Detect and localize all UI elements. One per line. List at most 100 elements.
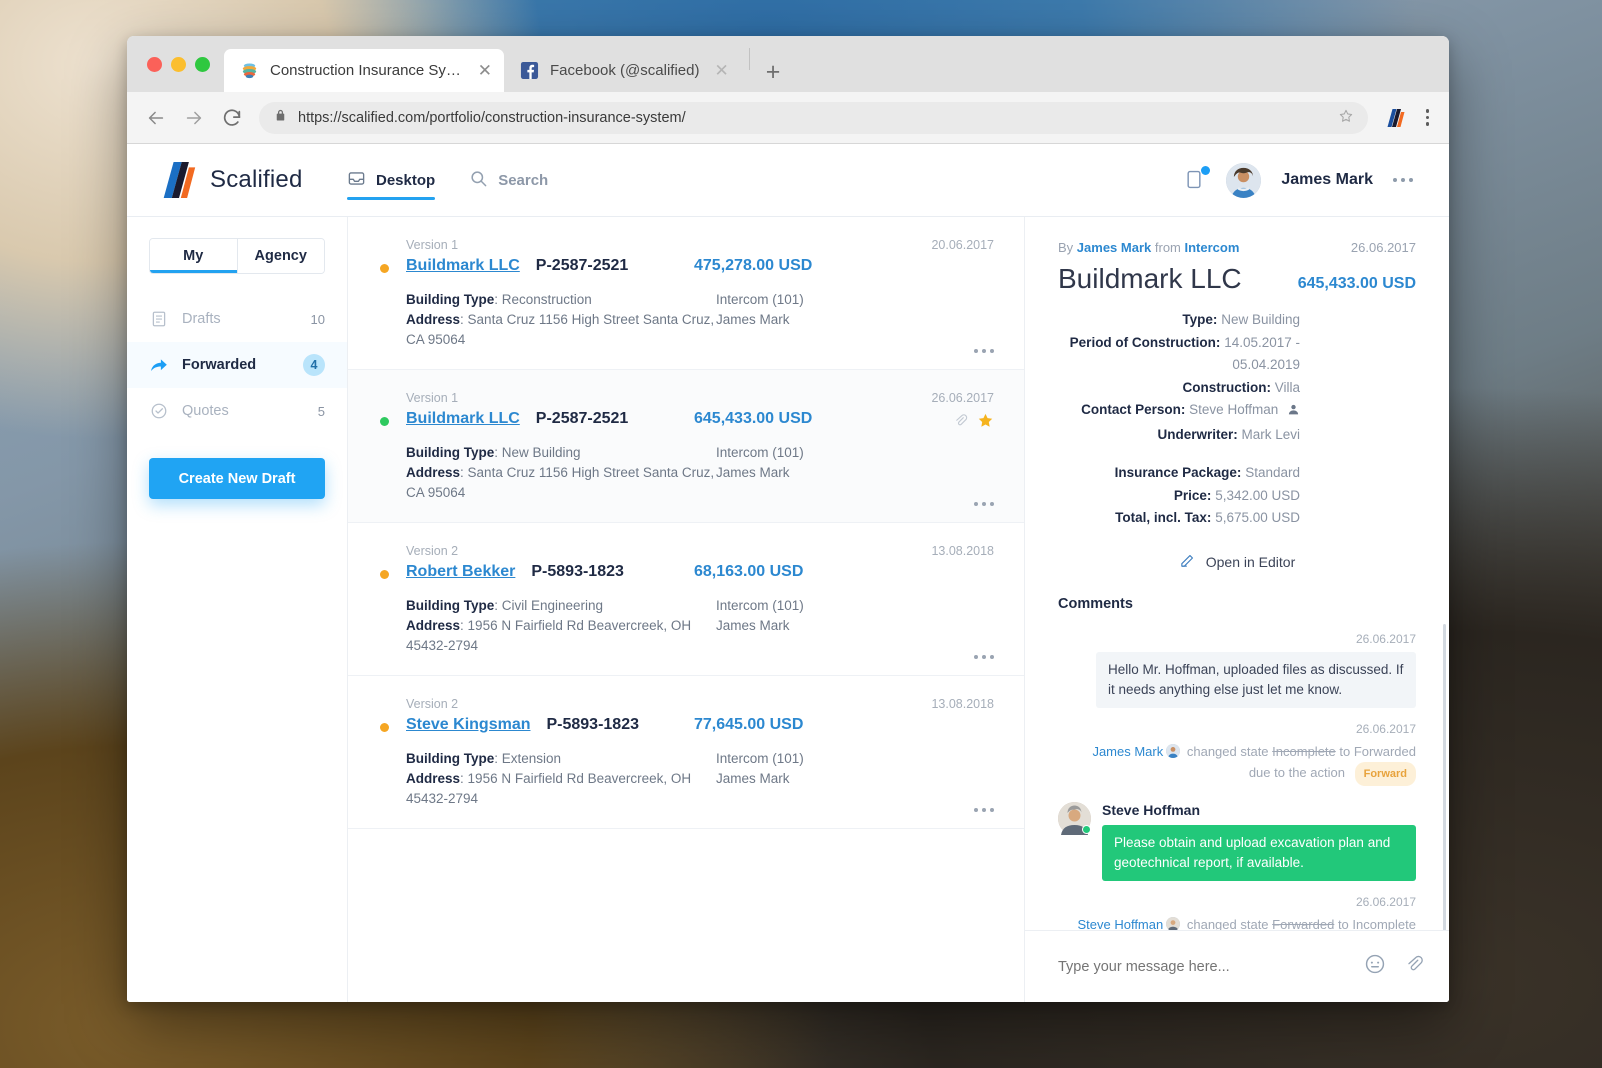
- forward-arrow-icon[interactable]: [183, 107, 205, 129]
- star-outline-icon[interactable]: [1338, 108, 1354, 128]
- url-bar[interactable]: https://scalified.com/portfolio/construc…: [259, 101, 1368, 134]
- detail-by-author[interactable]: James Mark: [1077, 240, 1151, 255]
- sidebar-item-quotes-count: 5: [317, 403, 325, 419]
- user-avatar[interactable]: [1226, 162, 1262, 198]
- reload-icon[interactable]: [221, 107, 243, 129]
- list-item-date: 20.06.2017: [931, 238, 994, 252]
- system-from-state: Forwarded: [1272, 916, 1335, 931]
- list-item[interactable]: Version 2 13.08.2018 Steve Kingsman P-58…: [348, 676, 1024, 829]
- segment-agency-label: Agency: [254, 248, 307, 264]
- app-header: Scalified Desktop Search James Mark: [127, 144, 1449, 217]
- list-item-client-link[interactable]: Buildmark LLC: [406, 257, 520, 275]
- close-window-button[interactable]: [147, 56, 162, 72]
- list-item-building-type: Building Type: Reconstruction: [406, 292, 592, 307]
- browser-tab-2-close-icon[interactable]: ✕: [710, 62, 728, 79]
- comments-list: 26.06.2017 Hello Mr. Hoffman, uploaded f…: [1025, 612, 1449, 931]
- list-item-channel: Intercom (101): [716, 598, 804, 613]
- building-type-value: New Building: [501, 445, 581, 460]
- browser-tab-2[interactable]: Facebook (@scalified) ✕: [504, 49, 741, 92]
- list-item-menu-icon[interactable]: [974, 655, 994, 659]
- sidebar-item-quotes[interactable]: Quotes 5: [127, 388, 347, 434]
- system-actor[interactable]: James Mark: [1092, 744, 1163, 759]
- list-item-address: Address: Santa Cruz 1156 High Street San…: [406, 312, 715, 347]
- sidebar-item-forwarded-label: Forwarded: [182, 357, 257, 373]
- list-item-channel: Intercom (101): [716, 292, 804, 307]
- status-dot: [380, 417, 389, 426]
- notification-icon[interactable]: [1184, 166, 1211, 192]
- message-input[interactable]: [1058, 958, 1346, 975]
- notification-badge-dot: [1201, 166, 1211, 175]
- scalified-extension-icon[interactable]: [1384, 106, 1408, 130]
- detail-field-type-value: New Building: [1221, 312, 1300, 327]
- status-dot: [380, 723, 389, 732]
- list-item-policy-number: P-5893-1823: [546, 716, 639, 733]
- detail-field-period-value: 14.05.2017 - 05.04.2019: [1224, 334, 1300, 373]
- tab-divider: [748, 48, 750, 70]
- list-item-date: 26.06.2017: [931, 391, 994, 405]
- paperclip-icon[interactable]: [953, 413, 968, 433]
- building-type-label: Building Type: [406, 445, 495, 460]
- open-in-editor-button[interactable]: Open in Editor: [1058, 552, 1416, 572]
- nav-tab-search[interactable]: Search: [469, 144, 548, 216]
- list-item[interactable]: Version 2 13.08.2018 Robert Bekker P-589…: [348, 523, 1024, 676]
- detail-field-package: Insurance Package: Standard: [1058, 462, 1416, 485]
- create-new-draft-button[interactable]: Create New Draft: [149, 458, 325, 499]
- edit-pencil-icon: [1179, 552, 1196, 572]
- list-item-client-link[interactable]: Steve Kingsman: [406, 716, 530, 734]
- detail-fields: Type: New Building Period of Constructio…: [1058, 309, 1416, 530]
- detail-field-underwriter-label: Underwriter:: [1157, 426, 1238, 442]
- brand-logo[interactable]: Scalified: [161, 160, 347, 200]
- comment-bubble-incoming: Hello Mr. Hoffman, uploaded files as dis…: [1096, 651, 1416, 708]
- search-icon: [469, 169, 488, 192]
- segment-my[interactable]: My: [150, 239, 237, 273]
- back-arrow-icon[interactable]: [145, 107, 167, 129]
- more-options-icon[interactable]: [1393, 178, 1413, 182]
- detail-title: Buildmark LLC: [1058, 263, 1242, 294]
- star-icon[interactable]: [977, 412, 994, 434]
- online-status-dot: [1082, 824, 1091, 834]
- sidebar-item-forwarded[interactable]: Forwarded 4: [127, 342, 347, 388]
- system-to-word: to: [1337, 916, 1349, 931]
- segment-agency[interactable]: Agency: [236, 239, 324, 273]
- detail-field-contact-value: Steve Hoffman: [1189, 402, 1279, 417]
- list-item[interactable]: Version 1 20.06.2017 Buildmark LLC P-258…: [348, 217, 1024, 370]
- comments-scrollbar[interactable]: [1443, 623, 1446, 930]
- system-actor[interactable]: Steve Hoffman: [1077, 917, 1163, 931]
- sidebar-item-quotes-label: Quotes: [182, 403, 229, 419]
- sidebar-item-drafts[interactable]: Drafts 10: [127, 296, 347, 342]
- browser-tab-1[interactable]: Construction Insurance System ✕: [224, 49, 504, 92]
- list-item-policy-number: P-5893-1823: [531, 563, 624, 580]
- nav-tab-desktop[interactable]: Desktop: [347, 144, 436, 216]
- detail-field-contact-label: Contact Person:: [1081, 402, 1186, 417]
- comment-date: 26.06.2017: [1355, 894, 1416, 909]
- new-tab-button[interactable]: +: [752, 60, 795, 92]
- minimize-window-button[interactable]: [171, 56, 186, 72]
- system-message: James Mark changed state Incomplete to F…: [1058, 742, 1416, 786]
- list-item[interactable]: Version 1 26.06.2017 Buildmark LLC P-258…: [348, 370, 1024, 523]
- header-right: James Mark: [1184, 162, 1413, 198]
- sidebar-item-drafts-label: Drafts: [182, 311, 221, 327]
- paperclip-icon[interactable]: [1404, 954, 1424, 979]
- status-dot: [380, 264, 389, 273]
- kebab-menu-icon[interactable]: [1424, 109, 1432, 126]
- detail-source[interactable]: Intercom: [1185, 240, 1240, 255]
- detail-panel: By James Mark from Intercom 26.06.2017 B…: [1025, 217, 1449, 1002]
- user-name[interactable]: James Mark: [1281, 171, 1373, 189]
- application-root: Scalified Desktop Search James Mark My A…: [127, 144, 1449, 1002]
- lock-icon: [273, 108, 288, 128]
- building-type-value: Reconstruction: [501, 292, 592, 307]
- person-icon[interactable]: [1287, 401, 1300, 424]
- list-item-menu-icon[interactable]: [974, 502, 994, 506]
- list-item-menu-icon[interactable]: [974, 808, 994, 812]
- list-item-client-link[interactable]: Robert Bekker: [406, 563, 515, 581]
- browser-tab-1-close-icon[interactable]: ✕: [474, 62, 492, 79]
- detail-field-type: Type: New Building: [1058, 309, 1416, 332]
- comments-heading: Comments: [1058, 595, 1133, 612]
- commenter-avatar: [1058, 801, 1091, 835]
- list-item-client-link[interactable]: Buildmark LLC: [406, 410, 520, 428]
- system-verb: changed state: [1186, 743, 1269, 759]
- emoji-icon[interactable]: [1364, 953, 1386, 980]
- list-item-menu-icon[interactable]: [974, 349, 994, 353]
- maximize-window-button[interactable]: [195, 56, 210, 72]
- building-type-value: Extension: [501, 751, 562, 766]
